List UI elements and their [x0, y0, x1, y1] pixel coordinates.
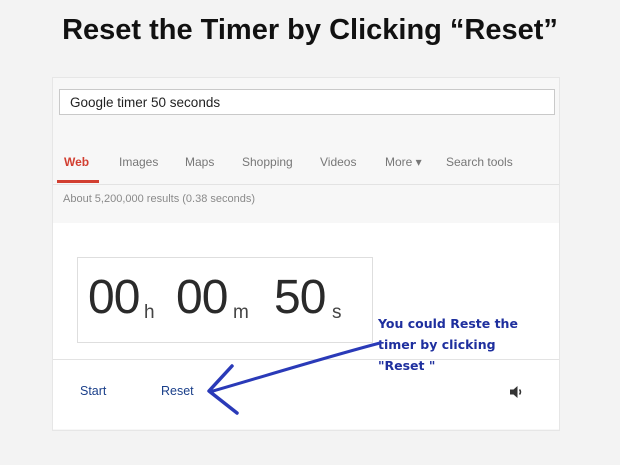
speaker-icon[interactable] — [509, 385, 525, 399]
tab-web[interactable]: Web — [64, 155, 89, 169]
search-box[interactable] — [59, 89, 555, 115]
tabs-divider — [53, 184, 559, 185]
timer-minutes: 00 — [176, 271, 228, 324]
search-input[interactable] — [60, 90, 554, 114]
annotation-line: "Reset " — [378, 358, 436, 373]
timer-display: 00 h 00 m 50 s — [77, 257, 373, 343]
tab-shopping[interactable]: Shopping — [242, 155, 293, 169]
google-search-screenshot: Web Images Maps Shopping Videos More ▾ S… — [52, 77, 560, 431]
timer-seconds: 50 — [274, 271, 326, 324]
active-tab-indicator — [57, 180, 99, 183]
start-button[interactable]: Start — [80, 384, 106, 398]
result-stats: About 5,200,000 results (0.38 seconds) — [63, 193, 256, 205]
timer-minutes-unit: m — [233, 302, 249, 323]
timer-hours: 00 — [88, 271, 140, 324]
tab-videos[interactable]: Videos — [320, 155, 356, 169]
reset-button[interactable]: Reset — [161, 384, 194, 398]
annotation-line: timer by clicking — [378, 337, 496, 352]
annotation-line: You could Reste the — [378, 316, 518, 331]
timer-seconds-unit: s — [332, 302, 342, 323]
tab-more[interactable]: More ▾ — [385, 155, 422, 169]
timer-hours-unit: h — [144, 302, 155, 323]
tab-search-tools[interactable]: Search tools — [446, 155, 513, 169]
slide-title: Reset the Timer by Clicking “Reset” — [62, 14, 558, 46]
tab-images[interactable]: Images — [119, 155, 158, 169]
tab-maps[interactable]: Maps — [185, 155, 214, 169]
search-tabs: Web Images Maps Shopping Videos More ▾ S… — [53, 150, 559, 183]
annotation-note: You could Reste the timer by clicking "R… — [378, 313, 548, 376]
